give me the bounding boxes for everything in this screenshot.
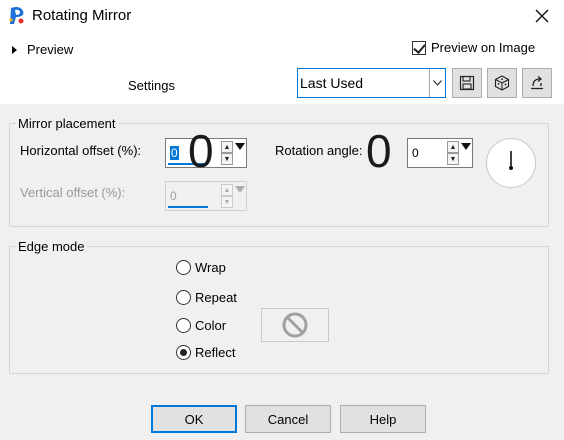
dropdown-arrow-icon[interactable] bbox=[461, 143, 471, 150]
random-dice-icon bbox=[494, 75, 510, 91]
spin-up-icon[interactable]: ▲ bbox=[221, 141, 233, 153]
horizontal-offset-large-readout: 0 bbox=[188, 125, 214, 177]
slider-track[interactable] bbox=[168, 206, 208, 208]
reset-default-icon bbox=[531, 76, 543, 90]
spin-down-icon[interactable]: ▼ bbox=[221, 153, 233, 165]
rotation-angle-value[interactable]: 0 bbox=[412, 146, 419, 160]
mirror-placement-title: Mirror placement bbox=[16, 116, 118, 131]
close-icon bbox=[535, 9, 549, 23]
spin-down-icon[interactable]: ▼ bbox=[221, 196, 233, 208]
horizontal-offset-label: Horizontal offset (%): bbox=[20, 143, 142, 158]
no-color-icon bbox=[282, 312, 308, 338]
spin-up-icon[interactable]: ▲ bbox=[221, 184, 233, 196]
paintshop-pro-icon bbox=[8, 6, 26, 26]
radio-repeat[interactable]: Repeat bbox=[176, 290, 237, 305]
preset-select[interactable]: Last Used bbox=[297, 68, 446, 98]
radio-reflect-label: Reflect bbox=[195, 345, 236, 360]
chevron-down-icon bbox=[429, 69, 445, 97]
radio-unchecked-icon bbox=[176, 260, 191, 275]
cancel-button[interactable]: Cancel bbox=[245, 405, 331, 433]
title-bar: Rotating Mirror bbox=[0, 0, 564, 32]
radio-color[interactable]: Color bbox=[176, 318, 226, 333]
vertical-offset-value[interactable]: 0 bbox=[170, 189, 177, 203]
radio-wrap[interactable]: Wrap bbox=[176, 260, 226, 275]
color-swatch-button[interactable] bbox=[261, 308, 329, 342]
vertical-offset-label: Vertical offset (%): bbox=[20, 185, 126, 200]
ok-button[interactable]: OK bbox=[151, 405, 237, 433]
help-button[interactable]: Help bbox=[340, 405, 426, 433]
radio-unchecked-icon bbox=[176, 318, 191, 333]
rotation-angle-label: Rotation angle: bbox=[275, 143, 363, 158]
rotation-angle-large-readout: 0 bbox=[366, 125, 392, 177]
rotation-dial[interactable] bbox=[486, 138, 536, 188]
preview-toggle[interactable]: Preview bbox=[12, 42, 73, 57]
dropdown-arrow-icon[interactable] bbox=[235, 186, 245, 193]
checkbox-checked-icon bbox=[412, 40, 426, 55]
close-button[interactable] bbox=[528, 4, 556, 28]
preview-on-image-checkbox[interactable]: Preview on Image bbox=[412, 40, 535, 55]
vertical-offset-spinner[interactable]: 0 ▲ ▼ bbox=[165, 181, 247, 211]
window-title: Rotating Mirror bbox=[32, 7, 132, 24]
spin-up-icon[interactable]: ▲ bbox=[447, 141, 459, 153]
preview-label: Preview bbox=[27, 42, 74, 57]
radio-reflect[interactable]: Reflect bbox=[176, 345, 235, 360]
preview-on-image-label: Preview on Image bbox=[431, 40, 536, 55]
reset-default-button[interactable] bbox=[522, 68, 552, 98]
dropdown-arrow-icon[interactable] bbox=[235, 143, 245, 150]
expand-triangle-icon bbox=[12, 45, 17, 54]
horizontal-offset-value[interactable]: 0 bbox=[170, 146, 179, 160]
radio-checked-icon bbox=[176, 345, 191, 360]
dial-needle-icon bbox=[509, 151, 513, 170]
radio-wrap-label: Wrap bbox=[195, 260, 226, 275]
edge-mode-title: Edge mode bbox=[16, 239, 87, 254]
save-preset-button[interactable] bbox=[452, 68, 482, 98]
randomize-button[interactable] bbox=[487, 68, 517, 98]
save-preset-icon bbox=[459, 75, 475, 91]
radio-repeat-label: Repeat bbox=[195, 290, 237, 305]
spin-down-icon[interactable]: ▼ bbox=[447, 153, 459, 165]
rotation-angle-spinner[interactable]: 0 ▲ ▼ bbox=[407, 138, 473, 168]
radio-unchecked-icon bbox=[176, 290, 191, 305]
settings-label: Settings bbox=[128, 78, 175, 93]
radio-color-label: Color bbox=[195, 318, 227, 333]
preset-value: Last Used bbox=[300, 75, 364, 91]
